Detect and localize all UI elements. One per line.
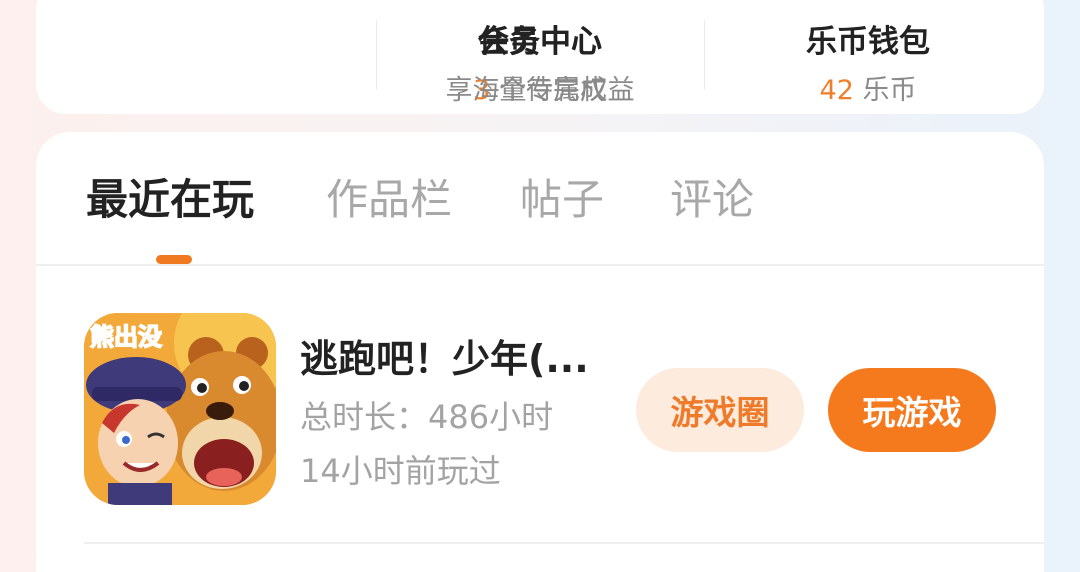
total-play-time: 总时长：486小时 [300, 398, 554, 436]
active-tab-indicator [156, 255, 192, 264]
game-artwork: 熊出没 [84, 313, 276, 505]
wallet-balance: 42 乐币 [704, 71, 1032, 111]
tab-divider [36, 264, 1044, 266]
tab-recently-played[interactable]: 最近在玩 [86, 172, 254, 228]
wallet-entry[interactable]: 乐币钱包 42 乐币 [704, 20, 1032, 112]
coin-balance: 42 [819, 75, 854, 106]
last-played: 14小时前玩过 [300, 452, 501, 490]
tab-posts[interactable]: 帖子 [520, 172, 604, 228]
tab-comments[interactable]: 评论 [670, 172, 754, 228]
coin-unit: 乐币 [853, 75, 917, 106]
game-title[interactable]: 逃跑吧！少年(... [300, 334, 589, 384]
wallet-title: 乐币钱包 [806, 24, 930, 60]
svg-text:熊出没: 熊出没 [90, 323, 163, 351]
list-divider [84, 542, 1044, 544]
member-center-title: 会员中心 [478, 24, 602, 60]
member-center-entry[interactable]: 会员中心 享海量专属权益 [376, 20, 704, 112]
play-game-button[interactable]: 玩游戏 [828, 368, 996, 452]
game-icon[interactable]: 熊出没 [84, 313, 276, 505]
tab-works[interactable]: 作品栏 [326, 172, 452, 228]
game-circle-button[interactable]: 游戏圈 [636, 368, 804, 452]
member-center-subtitle: 享海量专属权益 [445, 75, 635, 106]
